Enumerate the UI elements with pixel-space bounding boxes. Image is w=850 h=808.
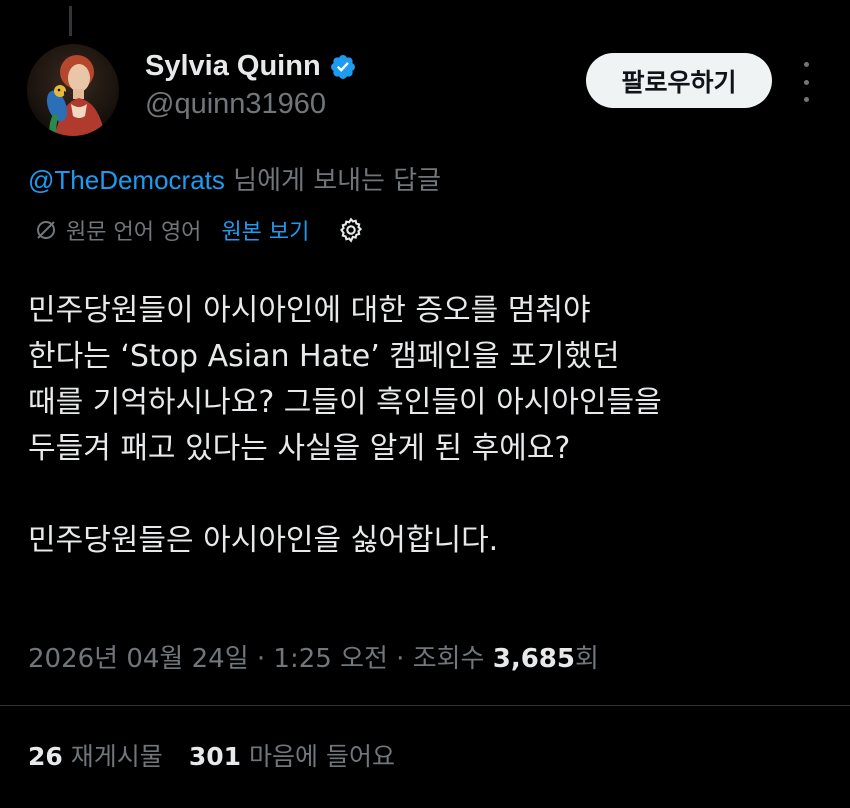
avatar[interactable] xyxy=(27,44,119,136)
engagement-stats: 26 재게시물 301 마음에 들어요 xyxy=(28,737,395,773)
dot xyxy=(803,62,809,67)
likes-count: 301 xyxy=(188,742,241,771)
tweet-timestamp[interactable]: 2026년 04월 24일 · 1:25 오전 · 조회수 xyxy=(28,644,493,674)
translate-off-icon xyxy=(37,221,55,239)
translation-label: 원문 언어 영어 xyxy=(66,220,202,245)
reply-mention-link[interactable]: @TheDemocrats xyxy=(28,165,225,195)
more-dots-icon[interactable] xyxy=(795,62,817,102)
tweet-line: 한다는 ‘Stop Asian Hate’ 캠페인을 포기했던 xyxy=(28,339,620,374)
divider xyxy=(0,705,850,706)
reply-context-suffix: 님에게 보내는 답글 xyxy=(224,166,442,196)
translation-bar: 원문 언어 영어 원본 보기 xyxy=(34,214,365,246)
tweet-line: 때를 기억하시나요? 그들이 흑인들이 아시아인들을 xyxy=(28,385,662,420)
reposts-count: 26 xyxy=(28,742,63,771)
tweet-line: 민주당원들이 아시아인에 대한 증오를 멈춰야 xyxy=(28,293,591,328)
views-suffix: 회 xyxy=(574,644,599,674)
likes-label: 마음에 들어요 xyxy=(249,742,395,771)
reposts-stat[interactable]: 26 재게시물 xyxy=(28,737,163,773)
tweet-meta: 2026년 04월 24일 · 1:25 오전 · 조회수 3,685회 xyxy=(28,638,599,675)
verified-badge-icon xyxy=(330,54,355,79)
dot xyxy=(803,97,809,102)
thread-connector-line xyxy=(69,6,72,36)
tweet-text: 민주당원들이 아시아인에 대한 증오를 멈춰야 한다는 ‘Stop Asian … xyxy=(28,288,828,564)
portrait-avatar-icon xyxy=(27,44,119,136)
author-handle[interactable]: @quinn31960 xyxy=(145,88,326,121)
show-original-link[interactable]: 원본 보기 xyxy=(221,214,309,246)
likes-stat[interactable]: 301 마음에 들어요 xyxy=(189,737,395,773)
tweet-line: 두들겨 패고 있다는 사실을 알게 된 후에요? xyxy=(28,431,571,466)
gear-icon[interactable] xyxy=(337,216,365,244)
dot xyxy=(803,79,809,85)
reply-context: @TheDemocrats 님에게 보내는 답글 xyxy=(28,160,441,197)
follow-button[interactable]: 팔로우하기 xyxy=(586,53,772,108)
tweet-detail-page: Sylvia Quinn @quinn31960 팔로우하기 @TheDemoc… xyxy=(0,0,850,808)
author-name-row[interactable]: Sylvia Quinn xyxy=(145,50,357,83)
views-count: 3,685 xyxy=(492,644,575,674)
reposts-label: 재게시물 xyxy=(70,742,163,771)
tweet-second-paragraph: 민주당원들은 아시아인을 싫어합니다. xyxy=(28,523,499,558)
author-display-name[interactable]: Sylvia Quinn xyxy=(145,50,321,83)
